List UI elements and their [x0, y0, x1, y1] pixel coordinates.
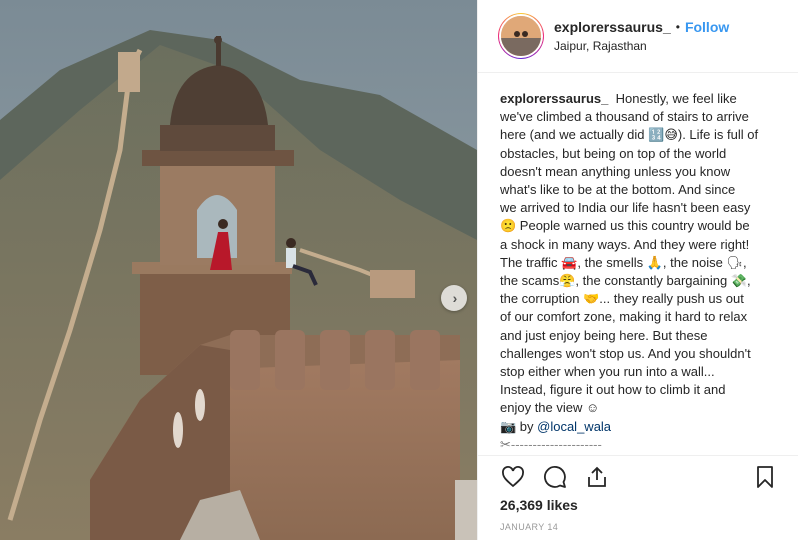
- fort-photo-illustration: [0, 0, 477, 540]
- post-header: explorerssaurus_ • Follow Jaipur, Rajast…: [478, 0, 798, 73]
- caption-line: of our comfort zone, making it hard to r…: [500, 309, 748, 325]
- caption-line: stop either when you run into a wall...: [500, 364, 715, 380]
- username-row: explorerssaurus_ • Follow: [554, 19, 729, 35]
- comment-button[interactable]: [542, 464, 568, 490]
- caption-line: what's like to be at the bottom. And sin…: [500, 182, 736, 198]
- credit-handle-link[interactable]: @local_wala: [537, 419, 611, 434]
- post-date[interactable]: JANUARY 14: [500, 522, 558, 532]
- caption-line: doesn't mean anything unless you know: [500, 163, 731, 179]
- caption-line: we arrived to India our life hasn't been…: [500, 200, 751, 216]
- caption-line: a shock in many ways. And they were righ…: [500, 236, 750, 252]
- caption-username[interactable]: explorerssaurus_: [500, 91, 608, 106]
- username-link[interactable]: explorerssaurus_: [554, 19, 671, 35]
- share-button[interactable]: [584, 464, 610, 490]
- next-photo-button[interactable]: ›: [441, 285, 467, 311]
- follow-button[interactable]: Follow: [685, 19, 729, 35]
- caption-line: here (and we actually did 🔢😅). Life is f…: [500, 127, 759, 143]
- avatar[interactable]: [498, 13, 544, 59]
- heart-icon: [502, 466, 524, 488]
- separator-dot: •: [675, 20, 680, 34]
- caption-line: Honestly, we feel like: [615, 91, 737, 106]
- caption-line: 🙁 People warned us this country would be: [500, 218, 750, 234]
- caption-line: the corruption 🤝... they really push us …: [500, 291, 744, 307]
- location-link[interactable]: Jaipur, Rajasthan: [554, 39, 729, 53]
- caption-line: Instead, figure it out how to climb it a…: [500, 382, 726, 398]
- comment-icon: [544, 466, 566, 488]
- header-text: explorerssaurus_ • Follow Jaipur, Rajast…: [554, 19, 729, 53]
- instagram-post: › explorerssaurus_ • Follow Jaipur, Raja…: [0, 0, 798, 540]
- post-photo[interactable]: ›: [0, 0, 477, 540]
- caption-line: obstacles, but being on top of the world: [500, 145, 727, 161]
- caption-line: enjoy the view ☺: [500, 400, 600, 416]
- post-sidebar: explorerssaurus_ • Follow Jaipur, Rajast…: [477, 0, 798, 540]
- caption-line: we've climbed a thousand of stairs to ar…: [500, 109, 749, 125]
- avatar-image: [499, 14, 543, 58]
- bookmark-icon: [757, 466, 773, 488]
- save-button[interactable]: [752, 464, 778, 490]
- credit-prefix: 📷 by: [500, 418, 538, 434]
- chevron-right-icon: ›: [452, 290, 458, 306]
- caption-line: The traffic 🚘, the smells 🙏, the noise 🗣…: [500, 254, 747, 270]
- share-icon: [588, 466, 606, 487]
- like-button[interactable]: [500, 464, 526, 490]
- action-bar: [500, 463, 778, 491]
- caption-fade: [500, 440, 778, 452]
- caption-line: and just enjoy being here. But these: [500, 327, 708, 343]
- photo-credit: 📷 by @local_wala: [500, 418, 778, 436]
- section-divider: [478, 455, 798, 456]
- post-caption: explorerssaurus_ Honestly, we feel like …: [500, 90, 778, 450]
- caption-line: the scams😤, the constantly bargaining 💸,: [500, 273, 751, 289]
- caption-line: challenges won't stop us. And you should…: [500, 345, 751, 361]
- caption-first-line: explorerssaurus_ Honestly, we feel like: [500, 90, 778, 108]
- likes-count[interactable]: 26,369 likes: [500, 497, 578, 513]
